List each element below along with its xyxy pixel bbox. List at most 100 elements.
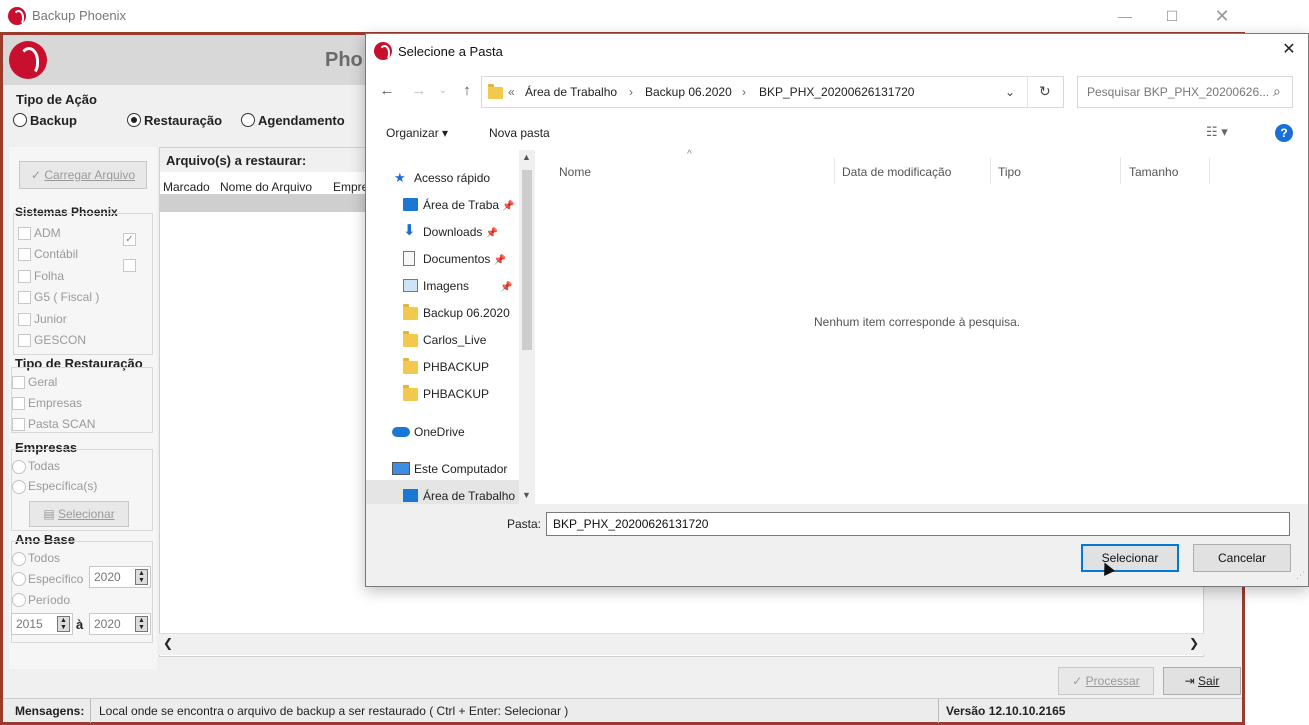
refresh-icon[interactable]: ↻	[1039, 83, 1051, 100]
search-input[interactable]: Pesquisar BKP_PHX_20200626...	[1087, 85, 1269, 99]
minimize-icon[interactable]: —	[1105, 4, 1145, 28]
chevron-right-icon[interactable]: ›	[629, 85, 633, 99]
chk-adm[interactable]	[18, 227, 31, 240]
radio-agendamento-label[interactable]: Agendamento	[258, 113, 345, 128]
col-nome[interactable]: Nome	[559, 165, 591, 179]
nav-area-trabalho[interactable]: Área de Traba 📌	[403, 195, 515, 215]
up-arrow-icon[interactable]: ↑	[456, 80, 478, 102]
nav-carlos-live[interactable]: Carlos_Live	[403, 330, 486, 350]
chevron-down-icon[interactable]: ⌄	[1005, 85, 1015, 99]
radio-backup[interactable]	[13, 113, 27, 127]
scroll-left-icon[interactable]: ❮	[163, 636, 173, 650]
nav-documentos[interactable]: Documentos 📌	[403, 249, 506, 269]
selecionar-empresas-button[interactable]: ▤ Selecionar	[29, 501, 129, 527]
cancelar-button[interactable]: Cancelar	[1193, 544, 1291, 572]
resize-grip-icon[interactable]: ⋰	[1296, 570, 1305, 581]
chk-all-checked[interactable]: ✓	[123, 233, 136, 246]
nav-acesso-rapido[interactable]: ★ Acesso rápido	[394, 168, 490, 188]
chk-junior[interactable]	[18, 313, 31, 326]
chk-pasta-scan[interactable]	[12, 418, 25, 431]
horizontal-scrollbar[interactable]: ❮ ❯	[159, 633, 1204, 655]
recent-dropdown-icon[interactable]: ⌄	[432, 80, 454, 102]
sair-button[interactable]: ⇥ Sair	[1163, 667, 1241, 695]
folder-icon	[403, 358, 418, 374]
nav-imagens[interactable]: Imagens 📌	[403, 276, 513, 296]
nav-selected-row[interactable]: Área de Trabalho	[366, 480, 519, 504]
chk-pasta-scan-label: Pasta SCAN	[28, 417, 96, 431]
address-bar[interactable]: « Área de Trabalho › Backup 06.2020 › BK…	[481, 76, 1064, 108]
col-tamanho[interactable]: Tamanho	[1129, 165, 1178, 179]
forward-arrow-icon[interactable]: →	[408, 80, 430, 102]
status-bar: Mensagens: Local onde se encontra o arqu…	[3, 698, 1242, 723]
col-nome-arquivo[interactable]: Nome do Arquivo	[220, 180, 312, 194]
search-icon[interactable]: ⌕	[1273, 83, 1281, 100]
processar-button[interactable]: ✓ Processar	[1058, 667, 1154, 695]
organizar-menu[interactable]: Organizar ▾	[386, 126, 448, 140]
periodo-to-spinner[interactable]: 2020 ▲ ▼	[89, 613, 151, 635]
breadcrumb-item[interactable]: BKP_PHX_20200626131720	[759, 85, 914, 99]
chk-contabil-label: Contábil	[34, 247, 79, 261]
col-data-modificacao[interactable]: Data de modificação	[842, 165, 951, 179]
periodo-from-spinner[interactable]: 2015 ▲ ▼	[11, 613, 73, 635]
radio-todos-label: Todos	[28, 551, 61, 565]
maximize-icon[interactable]: ☐	[1152, 4, 1192, 28]
chk-empresas[interactable]	[12, 397, 25, 410]
column-divider[interactable]	[1120, 158, 1121, 184]
breadcrumb-item[interactable]: Área de Trabalho	[525, 85, 617, 99]
view-options-icon[interactable]: ☷ ▾	[1206, 124, 1228, 140]
col-empresa[interactable]: Empre	[333, 180, 368, 194]
chk-folha[interactable]	[18, 270, 31, 283]
back-arrow-icon[interactable]: ←	[376, 80, 398, 102]
radio-especifico[interactable]	[12, 572, 26, 586]
scroll-right-icon[interactable]: ❯	[1189, 636, 1199, 650]
especifico-year-spinner[interactable]: 2020 ▲ ▼	[89, 566, 151, 588]
radio-todos[interactable]	[12, 552, 26, 566]
chk-contabil[interactable]	[18, 248, 31, 261]
carregar-arquivo-button[interactable]: ✓ Carregar Arquivo	[19, 161, 147, 189]
col-tipo[interactable]: Tipo	[998, 165, 1021, 179]
radio-periodo[interactable]	[12, 593, 26, 607]
dialog-close-icon[interactable]: ✕	[1274, 38, 1304, 62]
selecionar-button[interactable]: Selecionar	[1081, 544, 1179, 572]
radio-especificas[interactable]	[12, 480, 26, 494]
column-divider[interactable]	[990, 158, 991, 184]
spinner-arrows-icon[interactable]: ▲ ▼	[135, 569, 148, 585]
breadcrumb-item[interactable]: Backup 06.2020	[645, 85, 732, 99]
column-divider[interactable]	[834, 158, 835, 184]
spinner-arrows-icon[interactable]: ▲ ▼	[57, 616, 70, 632]
close-icon[interactable]: ✕	[1202, 4, 1242, 28]
radio-todas[interactable]	[12, 460, 26, 474]
file-list: ^ Nome Data de modificação Tipo Tamanho …	[537, 149, 1308, 504]
radio-backup-label[interactable]: Backup	[30, 113, 77, 128]
chk-gescon[interactable]	[18, 334, 31, 347]
pasta-input[interactable]: BKP_PHX_20200626131720	[546, 512, 1290, 536]
chk-g5[interactable]	[18, 291, 31, 304]
main-titlebar: Backup Phoenix — ☐ ✕	[0, 0, 1245, 32]
radio-restauracao-label[interactable]: Restauração	[144, 113, 222, 128]
nav-este-computador[interactable]: Este Computador	[392, 459, 507, 479]
col-marcado[interactable]: Marcado	[163, 180, 210, 194]
spinner-arrows-icon[interactable]: ▲ ▼	[135, 616, 148, 632]
chk-all-unchecked[interactable]	[123, 259, 136, 272]
radio-restauracao[interactable]	[127, 113, 141, 127]
nav-backup-062020[interactable]: Backup 06.2020	[403, 303, 510, 323]
nova-pasta-button[interactable]: Nova pasta	[489, 126, 550, 140]
help-icon[interactable]: ?	[1275, 124, 1293, 142]
nav-phbackup-1[interactable]: PHBACKUP	[403, 357, 489, 377]
scroll-down-icon[interactable]: ▼	[522, 490, 531, 500]
chevron-right-icon[interactable]: ›	[742, 85, 746, 99]
chk-geral[interactable]	[12, 376, 25, 389]
nav-scroll-thumb[interactable]	[522, 170, 532, 350]
nav-phbackup-2[interactable]: PHBACKUP	[403, 384, 489, 404]
search-box[interactable]: Pesquisar BKP_PHX_20200626... ⌕	[1077, 76, 1293, 108]
radio-especifico-label: Específico	[28, 572, 84, 586]
sort-ascending-icon: ^	[687, 149, 692, 160]
scroll-up-icon[interactable]: ▲	[522, 152, 531, 162]
nav-onedrive[interactable]: OneDrive	[392, 422, 465, 442]
column-divider[interactable]	[1209, 158, 1210, 184]
nav-downloads[interactable]: ⬇ Downloads 📌	[403, 222, 498, 242]
nav-area-trabalho-2[interactable]: Área de Trabalho	[403, 486, 515, 504]
nav-scrollbar[interactable]: ▲ ▼	[519, 150, 535, 504]
radio-agendamento[interactable]	[241, 113, 255, 127]
breadcrumb-overflow[interactable]: «	[508, 85, 515, 99]
